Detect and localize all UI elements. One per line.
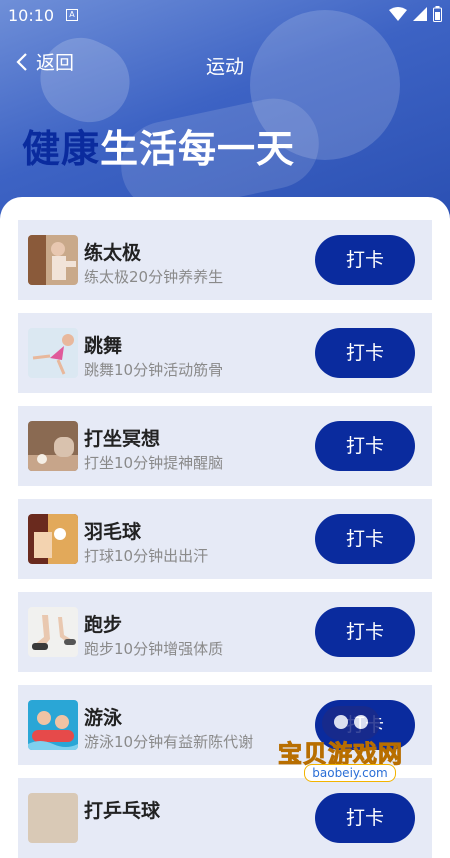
- taichi-thumbnail: [28, 235, 78, 285]
- swimming-thumbnail: [28, 700, 78, 750]
- dance-thumbnail: [28, 328, 78, 378]
- a-notification-icon: A: [66, 9, 78, 21]
- activity-desc: 练太极20分钟养养生: [84, 268, 224, 286]
- slogan-part2: 生活每一天: [100, 127, 296, 171]
- status-time: 10:10: [8, 6, 55, 25]
- page-title: 运动: [205, 56, 244, 78]
- activity-title: 跑步: [84, 614, 123, 636]
- nav-bar: 返回 运动: [0, 48, 450, 84]
- badminton-thumbnail: [28, 514, 78, 564]
- activity-title: 打乒乓球: [84, 800, 161, 822]
- checkin-button[interactable]: 打卡: [315, 607, 415, 657]
- meditation-thumbnail: [28, 421, 78, 471]
- activity-card-meditation: 打坐冥想 打坐10分钟提神醒脑 打卡: [18, 406, 432, 486]
- battery-icon: [433, 6, 442, 22]
- wifi-icon: [389, 7, 407, 21]
- checkin-button[interactable]: 打卡: [315, 421, 415, 471]
- slogan-part1: 健康: [22, 127, 101, 171]
- signal-icon: [413, 7, 427, 21]
- activity-title: 跳舞: [84, 335, 123, 357]
- activity-card-badminton: 羽毛球 打球10分钟出出汗 打卡: [18, 499, 432, 579]
- activity-card-dance: 跳舞 跳舞10分钟活动筋骨 打卡: [18, 313, 432, 393]
- checkin-button[interactable]: 打卡: [315, 328, 415, 378]
- activity-card-pingpong: 打乒乓球 打卡: [18, 778, 432, 858]
- status-bar: 10:10 A: [0, 0, 450, 32]
- pingpong-thumbnail: [28, 793, 78, 843]
- hero-slogan: 健康生活每一天: [22, 118, 295, 173]
- activity-title: 游泳: [84, 707, 123, 729]
- activity-desc: 跳舞10分钟活动筋骨: [84, 361, 224, 379]
- checkin-button[interactable]: 打卡: [315, 514, 415, 564]
- activity-desc: 打球10分钟出出汗: [84, 547, 209, 565]
- activity-title: 羽毛球: [84, 521, 142, 543]
- running-thumbnail: [28, 607, 78, 657]
- checkin-button[interactable]: 打卡: [315, 700, 415, 750]
- activity-card-running: 跑步 跑步10分钟增强体质 打卡: [18, 592, 432, 672]
- activity-card-taichi: 练太极 练太极20分钟养养生 打卡: [18, 220, 432, 300]
- activity-desc: 游泳10分钟有益新陈代谢: [84, 733, 254, 751]
- checkin-button[interactable]: 打卡: [315, 235, 415, 285]
- hero-banner: [0, 0, 450, 230]
- activity-title: 打坐冥想: [84, 428, 161, 450]
- activity-desc: 打坐10分钟提神醒脑: [84, 454, 224, 472]
- activity-card-swimming: 游泳 游泳10分钟有益新陈代谢 打卡: [18, 685, 432, 765]
- checkin-button[interactable]: 打卡: [315, 793, 415, 843]
- activity-title: 练太极: [84, 242, 142, 264]
- activity-desc: 跑步10分钟增强体质: [84, 640, 224, 658]
